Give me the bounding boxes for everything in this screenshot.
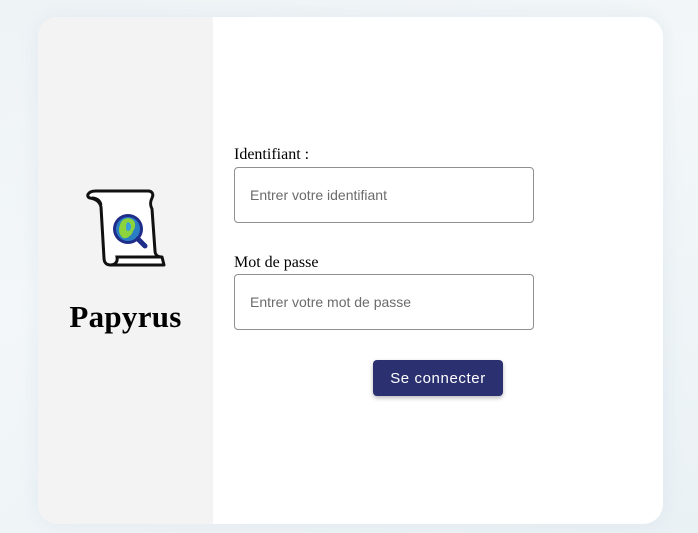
password-input[interactable] [234, 274, 534, 330]
login-form: Identifiant : Mot de passe Se connecter [234, 17, 554, 524]
password-label: Mot de passe [234, 254, 319, 271]
brand-name: Papyrus [69, 299, 182, 334]
brand-panel: Papyrus [38, 17, 213, 524]
login-card: Papyrus Identifiant : Mot de passe Se co… [38, 17, 663, 524]
username-label: Identifiant : [234, 146, 310, 163]
username-input[interactable] [234, 167, 534, 223]
login-button[interactable]: Se connecter [373, 360, 503, 396]
scroll-magnifier-icon [86, 189, 166, 267]
